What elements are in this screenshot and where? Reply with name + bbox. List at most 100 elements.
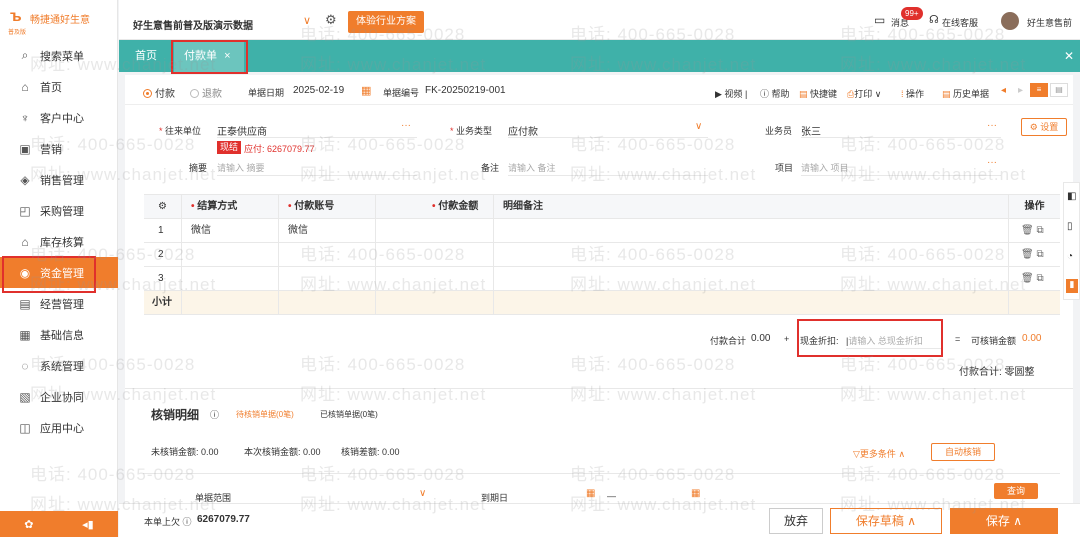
float-tool-icon[interactable]: ▮ xyxy=(1066,279,1078,293)
tab-close-icon[interactable]: × xyxy=(224,50,230,62)
query-button[interactable]: 查询 xyxy=(994,483,1038,499)
next-record-icon[interactable]: ▸ xyxy=(1018,85,1023,96)
trial-industry-button[interactable]: 体验行业方案 xyxy=(348,11,424,33)
history-button[interactable]: ▤ 历史单据 xyxy=(942,87,989,100)
sidebar-item-customers[interactable]: ♆ 客户中心 xyxy=(0,102,118,133)
card-view-icon[interactable]: ▤ xyxy=(1050,83,1068,97)
sidebar-item-label: 应用中心 xyxy=(40,422,84,435)
grid-settings-icon[interactable]: ⚙ xyxy=(144,195,182,219)
calendar-icon[interactable]: ▦ xyxy=(361,84,371,97)
save-draft-button[interactable]: 保存草稿 ∧ xyxy=(830,508,942,534)
note-cell[interactable] xyxy=(494,243,1009,267)
sidebar-item-system[interactable]: ◌ 系统管理 xyxy=(0,350,118,381)
radio-refund[interactable]: 退款 xyxy=(190,85,222,100)
sidebar-item-collab[interactable]: ▧ 企业协同 xyxy=(0,381,118,412)
payment-grid: ⚙ • 结算方式 • 付款账号 • 付款金额 明细备注 操作 1 微信 微信 🗑… xyxy=(144,194,1060,315)
print-button[interactable]: ⎙打印 ∨ xyxy=(847,87,881,100)
range-dropdown-icon[interactable]: ∨ xyxy=(419,488,426,499)
due-start-calendar-icon[interactable]: ▦ xyxy=(586,488,595,499)
gear-icon[interactable]: ✿ xyxy=(24,518,33,531)
collapse-icon[interactable]: ◂▮ xyxy=(82,518,94,531)
sidebar-item-inventory[interactable]: ⌂ 库存核算 xyxy=(0,226,118,257)
tab-home[interactable]: 首页 xyxy=(125,40,167,72)
more-conditions-button[interactable]: ▽更多条件 ∧ xyxy=(853,447,905,460)
table-row[interactable]: 2 🗑 ⧉ xyxy=(144,243,1060,267)
amount-cell[interactable] xyxy=(376,243,494,267)
amount-cell[interactable] xyxy=(376,267,494,291)
vendor-field[interactable]: 正泰供应商 xyxy=(217,123,267,138)
biz-type-dropdown-icon[interactable]: ∨ xyxy=(695,121,702,132)
note-cell[interactable] xyxy=(494,267,1009,291)
radio-pay[interactable]: 付款 xyxy=(143,85,175,100)
close-all-tabs-icon[interactable]: ✕ xyxy=(1064,49,1074,63)
due-end-calendar-icon[interactable]: ▦ xyxy=(691,488,700,499)
col-actions: 操作 xyxy=(1024,201,1045,212)
table-row[interactable]: 3 🗑 ⧉ xyxy=(144,267,1060,291)
copy-icon[interactable]: ⧉ xyxy=(1036,249,1043,260)
vendor-more-icon[interactable]: ··· xyxy=(401,120,411,131)
float-tool-icon[interactable]: ◧ xyxy=(1067,191,1076,202)
remark-label: 备注 xyxy=(481,163,500,173)
company-settings-icon[interactable]: ⚙ xyxy=(325,12,337,28)
sidebar-item-purchase[interactable]: ◰ 采购管理 xyxy=(0,195,118,226)
date-value[interactable]: 2025-02-19 xyxy=(293,85,344,96)
help-button[interactable]: ⓘ 帮助 xyxy=(760,87,790,100)
operation-button[interactable]: ⁞ 操作 xyxy=(901,87,924,100)
video-button[interactable]: ▶ 视频 | xyxy=(715,87,747,100)
copy-icon[interactable]: ⧉ xyxy=(1036,225,1043,236)
biz-type-field[interactable]: 应付款 xyxy=(508,123,538,138)
amount-cell[interactable] xyxy=(376,219,494,243)
account-cell[interactable] xyxy=(279,267,376,291)
sidebar-item-basic-info[interactable]: ▦ 基础信息 xyxy=(0,319,118,350)
sidebar-item-funds[interactable]: ◉ 资金管理 xyxy=(0,257,118,288)
delete-icon[interactable]: 🗑 xyxy=(1021,225,1034,236)
sidebar-item-home[interactable]: ⌂ 首页 xyxy=(0,71,118,102)
logo[interactable]: ъ 畅捷通好生意 普及版 xyxy=(6,6,114,38)
tab-pending-writeoff[interactable]: 待核销单据(0笔) xyxy=(236,409,294,420)
summary-input[interactable]: 请输入 摘要 xyxy=(217,161,265,174)
cash-discount-input[interactable]: |请输入 总现金折扣 xyxy=(846,334,923,347)
sidebar-item-operations[interactable]: ▤ 经营管理 xyxy=(0,288,118,319)
remark-input[interactable]: 请输入 备注 xyxy=(508,161,556,174)
avatar[interactable] xyxy=(1001,12,1019,30)
project-input[interactable]: 请输入 项目 xyxy=(801,161,849,174)
headset-icon[interactable]: ☊ xyxy=(929,13,939,26)
subtotal-row: 小计 xyxy=(144,291,1060,315)
message-icon[interactable]: ▭ xyxy=(874,13,885,27)
sidebar-item-label: 经营管理 xyxy=(40,298,84,311)
float-tool-icon[interactable]: ◔ xyxy=(1067,251,1073,262)
service-label[interactable]: 在线客服 xyxy=(942,16,978,29)
method-cell[interactable] xyxy=(182,267,279,291)
save-button[interactable]: 保存 ∧ xyxy=(950,508,1058,534)
sidebar-item-apps[interactable]: ◫ 应用中心 xyxy=(0,412,118,443)
tab-done-writeoff[interactable]: 已核销单据(0笔) xyxy=(320,409,378,420)
tab-payment[interactable]: 付款单 × xyxy=(174,40,244,72)
delete-icon[interactable]: 🗑 xyxy=(1021,249,1034,260)
settings-button[interactable]: ⚙ 设置 xyxy=(1021,118,1067,136)
sidebar-item-search[interactable]: ⌕ 搜索菜单 xyxy=(0,40,118,71)
sidebar-item-sales[interactable]: ◈ 销售管理 xyxy=(0,164,118,195)
discard-button[interactable]: 放弃 xyxy=(769,508,823,534)
note-cell[interactable] xyxy=(494,219,1009,243)
clerk-field[interactable]: 张三 xyxy=(801,123,821,138)
clerk-more-icon[interactable]: ··· xyxy=(987,120,997,131)
sidebar-item-marketing[interactable]: ▣ 营销 xyxy=(0,133,118,164)
user-name[interactable]: 好生意售前 xyxy=(1027,16,1072,29)
account-cell[interactable]: 微信 xyxy=(279,219,376,243)
method-cell[interactable]: 微信 xyxy=(182,219,279,243)
table-row[interactable]: 1 微信 微信 🗑 ⧉ xyxy=(144,219,1060,243)
company-dropdown-icon[interactable]: ∨ xyxy=(303,14,311,27)
prev-balance-label: 本单上欠 ⓘ xyxy=(144,517,192,527)
project-more-icon[interactable]: ··· xyxy=(987,157,997,168)
col-amount: • 付款金额 xyxy=(376,195,494,219)
list-view-icon[interactable]: ≡ xyxy=(1030,83,1048,97)
shortcut-button[interactable]: ▤ 快捷键 xyxy=(799,87,837,100)
float-tool-icon[interactable]: ▯ xyxy=(1067,221,1073,232)
copy-icon[interactable]: ⧉ xyxy=(1036,273,1043,284)
question-icon[interactable]: ⓘ xyxy=(210,408,219,421)
account-cell[interactable] xyxy=(279,243,376,267)
prev-record-icon[interactable]: ◂ xyxy=(1001,85,1006,96)
auto-writeoff-button[interactable]: 自动核销 xyxy=(931,443,995,461)
method-cell[interactable] xyxy=(182,243,279,267)
delete-icon[interactable]: 🗑 xyxy=(1021,273,1034,284)
